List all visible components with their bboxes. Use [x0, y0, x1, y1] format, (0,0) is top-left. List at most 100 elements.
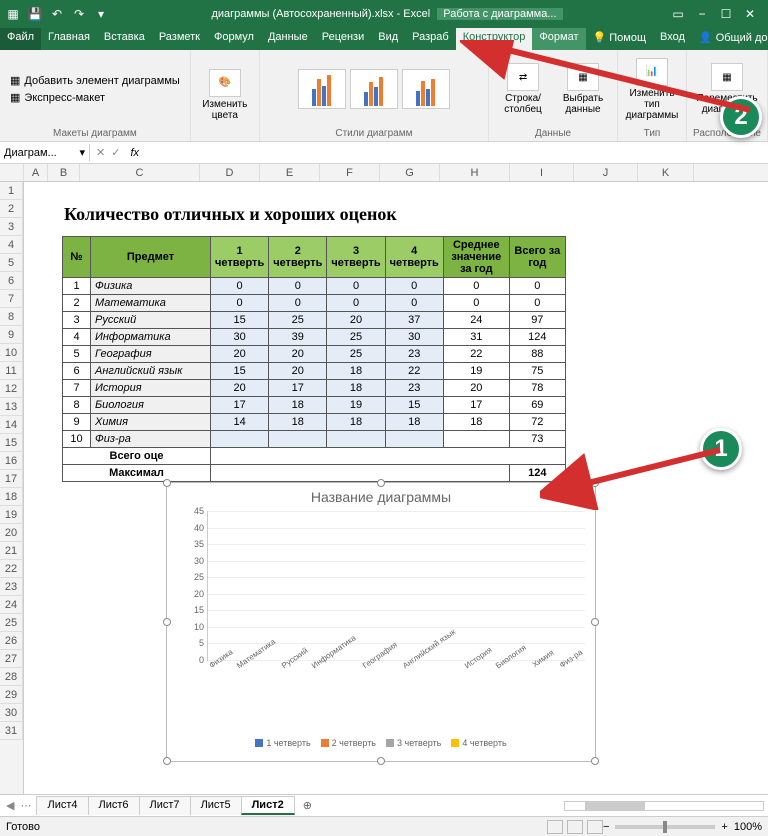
row-header[interactable]: 4	[0, 236, 23, 254]
column-header[interactable]: J	[574, 164, 638, 181]
select-data-button[interactable]: ▦Выбрать данные	[555, 63, 611, 115]
row-header[interactable]: 7	[0, 290, 23, 308]
column-header[interactable]: B	[48, 164, 80, 181]
horizontal-scrollbar[interactable]	[564, 801, 764, 811]
tab-insert[interactable]: Вставка	[97, 28, 152, 50]
chevron-down-icon[interactable]: ▾	[79, 146, 85, 159]
tab-review[interactable]: Рецензи	[315, 28, 372, 50]
add-sheet-button[interactable]: ⊕	[295, 799, 320, 812]
column-header[interactable]: G	[380, 164, 440, 181]
save-icon[interactable]: 💾	[28, 7, 42, 21]
tab-developer[interactable]: Разраб	[405, 28, 456, 50]
row-header[interactable]: 29	[0, 686, 23, 704]
tab-formulas[interactable]: Формул	[207, 28, 261, 50]
sheet-tab[interactable]: Лист2	[241, 796, 295, 815]
cancel-formula-icon[interactable]: ✕	[96, 146, 105, 159]
resize-handle[interactable]	[163, 757, 171, 765]
chart-style-thumb[interactable]	[402, 69, 450, 109]
sheet-tab[interactable]: Лист5	[190, 796, 242, 815]
column-header[interactable]: A	[24, 164, 48, 181]
row-header[interactable]: 31	[0, 722, 23, 740]
row-header[interactable]: 18	[0, 488, 23, 506]
ribbon-options-icon[interactable]: ▭	[670, 6, 686, 22]
tell-me[interactable]: 💡 Помощ	[586, 28, 654, 50]
row-header[interactable]: 27	[0, 650, 23, 668]
chart-title[interactable]: Название диаграммы	[167, 483, 595, 511]
chart-style-thumb[interactable]	[298, 69, 346, 109]
minimize-icon[interactable]: −	[694, 6, 710, 22]
column-header[interactable]: K	[638, 164, 694, 181]
chart-style-gallery[interactable]	[298, 52, 450, 126]
row-header[interactable]: 8	[0, 308, 23, 326]
undo-icon[interactable]: ↶	[50, 7, 64, 21]
redo-icon[interactable]: ↷	[72, 7, 86, 21]
embedded-chart[interactable]: Название диаграммы 051015202530354045 Фи…	[166, 482, 596, 762]
share-button[interactable]: 👤 Общий доступ	[692, 28, 768, 50]
row-header[interactable]: 23	[0, 578, 23, 596]
tab-data[interactable]: Данные	[261, 28, 315, 50]
row-header[interactable]: 19	[0, 506, 23, 524]
resize-handle[interactable]	[591, 479, 599, 487]
maximize-icon[interactable]: ☐	[718, 6, 734, 22]
row-header[interactable]: 13	[0, 398, 23, 416]
row-header[interactable]: 21	[0, 542, 23, 560]
resize-handle[interactable]	[377, 479, 385, 487]
sheet-nav-more-icon[interactable]: ⋯	[20, 799, 31, 812]
row-header[interactable]: 5	[0, 254, 23, 272]
qat-customize-icon[interactable]: ▾	[94, 7, 108, 21]
change-colors-button[interactable]: 🎨 Изменить цвета	[197, 69, 253, 121]
column-header[interactable]: F	[320, 164, 380, 181]
row-header[interactable]: 12	[0, 380, 23, 398]
resize-handle[interactable]	[591, 618, 599, 626]
row-header[interactable]: 22	[0, 560, 23, 578]
sign-in[interactable]: Вход	[653, 28, 692, 50]
tab-file[interactable]: Файл	[0, 28, 41, 50]
row-header[interactable]: 3	[0, 218, 23, 236]
row-header[interactable]: 17	[0, 470, 23, 488]
row-header[interactable]: 1	[0, 182, 23, 200]
chart-legend[interactable]: 1 четверть2 четверть3 четверть4 четверть	[167, 738, 595, 748]
sheet-tab[interactable]: Лист7	[139, 796, 191, 815]
close-icon[interactable]: ✕	[742, 6, 758, 22]
row-header[interactable]: 20	[0, 524, 23, 542]
column-header[interactable]: I	[510, 164, 574, 181]
select-all-button[interactable]	[0, 164, 24, 181]
row-header[interactable]: 6	[0, 272, 23, 290]
row-header[interactable]: 10	[0, 344, 23, 362]
tab-chart-design[interactable]: Конструктор	[456, 28, 533, 50]
worksheet-area[interactable]: ABCDEFGHIJK 1234567891011121314151617181…	[0, 164, 768, 794]
row-header[interactable]: 2	[0, 200, 23, 218]
tab-view[interactable]: Вид	[371, 28, 405, 50]
sheet-nav-prev-icon[interactable]: ◀	[6, 799, 14, 812]
chart-plot-area[interactable]: 051015202530354045	[207, 511, 585, 661]
resize-handle[interactable]	[377, 757, 385, 765]
change-chart-type-button[interactable]: 📊Изменить тип диаграммы	[624, 58, 680, 121]
sheet-tab[interactable]: Лист6	[88, 796, 140, 815]
column-header[interactable]: D	[200, 164, 260, 181]
row-header[interactable]: 25	[0, 614, 23, 632]
fx-icon[interactable]: fx	[126, 147, 143, 159]
row-header[interactable]: 11	[0, 362, 23, 380]
resize-handle[interactable]	[591, 757, 599, 765]
sheet-tab[interactable]: Лист4	[36, 796, 88, 815]
name-box[interactable]: Диаграм...▾	[0, 144, 90, 161]
chart-style-thumb[interactable]	[350, 69, 398, 109]
row-header[interactable]: 14	[0, 416, 23, 434]
column-header[interactable]: H	[440, 164, 510, 181]
tab-chart-format[interactable]: Формат	[532, 28, 585, 50]
column-header[interactable]: E	[260, 164, 320, 181]
column-header[interactable]: C	[80, 164, 200, 181]
row-header[interactable]: 30	[0, 704, 23, 722]
row-header[interactable]: 26	[0, 632, 23, 650]
formula-bar[interactable]	[143, 151, 768, 155]
quick-layout-button[interactable]: ▦Экспресс-макет	[6, 90, 184, 105]
switch-row-col-button[interactable]: ⇄Строка/ столбец	[495, 63, 551, 115]
cells[interactable]: Количество отличных и хороших оценок №Пр…	[24, 182, 768, 794]
row-header[interactable]: 24	[0, 596, 23, 614]
add-chart-element-button[interactable]: ▦Добавить элемент диаграммы	[6, 73, 184, 88]
tab-home[interactable]: Главная	[41, 28, 97, 50]
row-header[interactable]: 28	[0, 668, 23, 686]
resize-handle[interactable]	[163, 618, 171, 626]
row-header[interactable]: 15	[0, 434, 23, 452]
row-header[interactable]: 16	[0, 452, 23, 470]
